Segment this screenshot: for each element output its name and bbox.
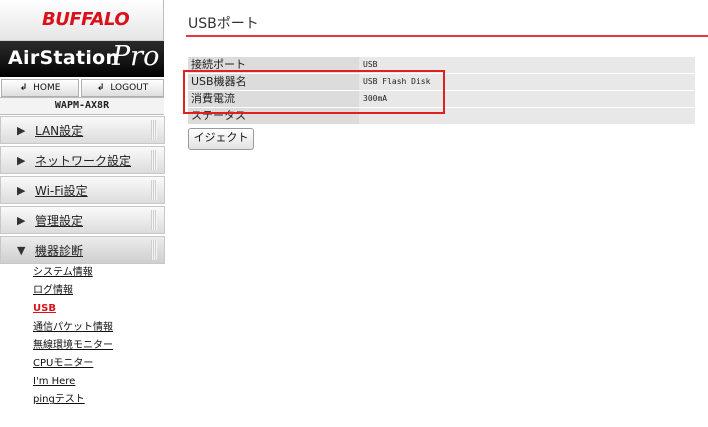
eject-button[interactable]: イジェクト [188, 128, 254, 150]
home-button[interactable]: ↲ HOME [1, 79, 79, 97]
menu-item-label: ネットワーク設定 [35, 154, 132, 168]
submenu-item-wireless-monitor[interactable]: 無線環境モニター [33, 337, 113, 355]
triangle-right-icon: ▶ [17, 184, 26, 197]
diagnostics-submenu: システム情報 ログ情報 USB 通信パケット情報 無線環境モニター CPUモニタ… [33, 264, 113, 410]
menu-item-wifi[interactable]: ▶ Wi-Fi設定 [0, 176, 165, 204]
submenu-item-cpu-monitor[interactable]: CPUモニター [33, 355, 113, 373]
submenu-item-usb[interactable]: USB [33, 300, 113, 318]
nav-row: ↲ HOME ↲ LOGOUT [0, 79, 164, 97]
logout-label: LOGOUT [110, 83, 149, 93]
triangle-right-icon: ▶ [17, 214, 26, 227]
triangle-down-icon: ▼ [17, 244, 26, 257]
title-divider [186, 35, 708, 37]
logout-button[interactable]: ↲ LOGOUT [81, 79, 164, 97]
triangle-right-icon: ▶ [17, 124, 26, 137]
buffalo-logo: BUFFALO [42, 9, 130, 30]
product-banner: AirStation Pro [0, 41, 164, 77]
grip-icon [151, 120, 157, 140]
return-arrow-icon: ↲ [96, 83, 105, 93]
menu-item-lan[interactable]: ▶ LAN設定 [0, 116, 165, 144]
usb-info-table: 接続ポート USB USB機器名 USB Flash Disk 消費電流 300… [188, 57, 695, 125]
table-row: USB機器名 USB Flash Disk [188, 74, 695, 91]
sidebar: BUFFALO AirStation Pro ↲ HOME ↲ LOGOUT WAP… [0, 0, 165, 427]
grip-icon [151, 240, 157, 260]
model-name: WAPM-AX8R [0, 97, 164, 115]
row-value: USB Flash Disk [359, 74, 695, 90]
menu-item-network[interactable]: ▶ ネットワーク設定 [0, 146, 165, 174]
menu-item-label: LAN設定 [35, 124, 84, 138]
row-value [359, 108, 695, 124]
grip-icon [151, 150, 157, 170]
row-key: 消費電流 [188, 91, 359, 107]
row-value: 300mA [359, 91, 695, 107]
submenu-item-system-info[interactable]: システム情報 [33, 264, 113, 282]
table-row: 消費電流 300mA [188, 91, 695, 108]
table-row: 接続ポート USB [188, 57, 695, 74]
product-suffix: Pro [112, 41, 160, 72]
product-name: AirStation [8, 47, 120, 69]
menu-item-label: Wi-Fi設定 [35, 184, 88, 198]
row-key: 接続ポート [188, 57, 359, 73]
menu-item-diagnostics[interactable]: ▼ 機器診断 [0, 236, 165, 264]
page-title: USBポート [188, 16, 259, 32]
row-value: USB [359, 57, 695, 73]
grip-icon [151, 180, 157, 200]
submenu-item-packet-info[interactable]: 通信パケット情報 [33, 319, 113, 337]
triangle-right-icon: ▶ [17, 154, 26, 167]
submenu-item-im-here[interactable]: I'm Here [33, 373, 113, 391]
home-label: HOME [33, 83, 61, 93]
return-arrow-icon: ↲ [19, 83, 28, 93]
menu-item-label: 管理設定 [35, 214, 84, 228]
table-row: ステータス [188, 108, 695, 125]
menu-item-admin[interactable]: ▶ 管理設定 [0, 206, 165, 234]
submenu-item-log-info[interactable]: ログ情報 [33, 282, 113, 300]
brand-header: BUFFALO [0, 0, 164, 41]
row-key: USB機器名 [188, 74, 359, 90]
submenu-item-ping-test[interactable]: pingテスト [33, 391, 113, 409]
row-key: ステータス [188, 108, 359, 124]
menu-item-label: 機器診断 [35, 244, 84, 258]
grip-icon [151, 210, 157, 230]
